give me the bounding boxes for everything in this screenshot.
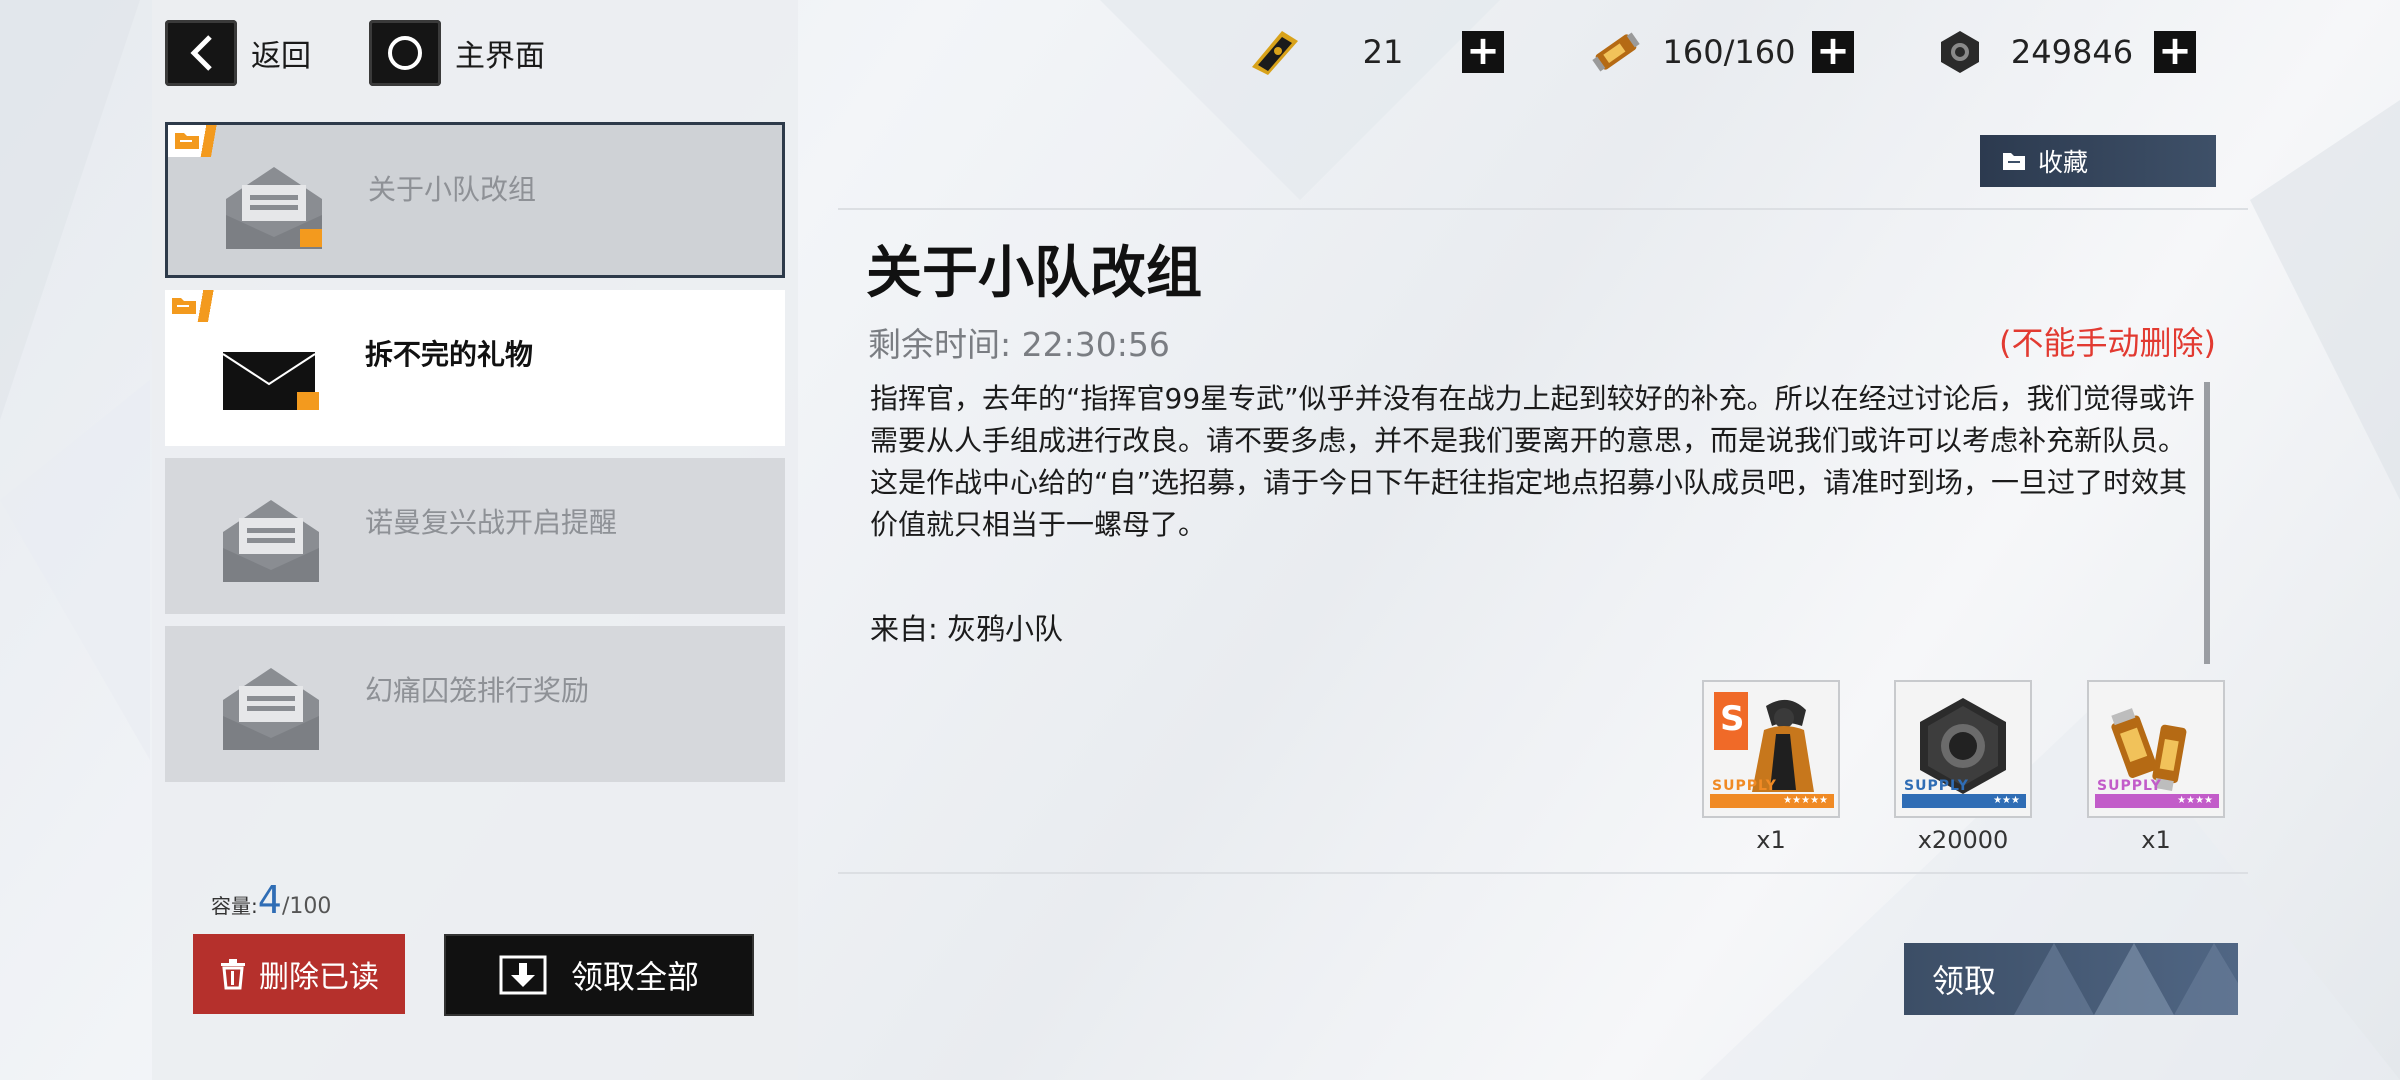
remaining-value: 22:30:56 <box>1021 325 1170 364</box>
no-delete-notice: (不能手动删除) <box>1999 324 2216 362</box>
reward-item: SUPPLY ★★★ x20000 <box>1894 680 2032 854</box>
sender-name: 灰鸦小队 <box>947 612 1064 646</box>
divider <box>838 872 2248 874</box>
reward-supply: SUPPLY <box>1904 778 1969 794</box>
folder-icon <box>175 133 199 149</box>
mail-tag <box>165 290 233 322</box>
back-label: 返回 <box>251 39 311 74</box>
rarity-bar: ★★★ <box>1902 794 2026 808</box>
mail-title: 幻痛囚笼排行奖励 <box>365 674 590 707</box>
claim-button[interactable]: 领取 <box>1904 943 2238 1015</box>
reward-slot[interactable]: SUPPLY ★★★ <box>1894 680 2032 818</box>
divider <box>838 208 2248 210</box>
folder-icon <box>2002 151 2026 171</box>
mail-capacity: 容量:4/100 <box>211 878 331 922</box>
mail-title: 拆不完的礼物 <box>365 338 534 371</box>
trash-icon <box>219 958 247 990</box>
reward-slot[interactable]: SUPPLY ★★★★ <box>2087 680 2225 818</box>
mail-item[interactable]: 幻痛囚笼排行奖励 <box>165 626 785 782</box>
ticket-icon <box>1244 24 1304 80</box>
favorite-button[interactable]: 收藏 <box>1980 135 2216 187</box>
add-ticket-button[interactable]: + <box>1462 31 1504 73</box>
claim-label: 领取 <box>1932 962 1997 1000</box>
claim-all-label: 领取全部 <box>570 958 699 996</box>
mail-item[interactable]: 关于小队改组 <box>165 122 785 278</box>
envelope-open-icon <box>223 668 319 750</box>
battery-icon <box>1586 24 1646 80</box>
resource-value: 21 <box>1362 33 1404 71</box>
capacity-label: 容量: <box>211 894 258 918</box>
mail-list: 关于小队改组 拆不完的礼物 诺曼复兴战开启提醒 幻痛囚笼排行奖励 <box>165 122 785 794</box>
add-battery-button[interactable]: + <box>1812 31 1854 73</box>
resource-value: 249846 <box>2010 33 2134 71</box>
circle-icon <box>369 20 441 86</box>
capacity-max: /100 <box>281 894 332 919</box>
remaining-time: 剩余时间: 22:30:56 <box>868 318 1170 366</box>
mail-detail-title: 关于小队改组 <box>866 241 1202 306</box>
reward-item: SUPPLY ★★★★ x1 <box>2087 680 2225 854</box>
sender-label: 来自: <box>870 612 938 646</box>
back-button[interactable]: 返回 <box>165 20 311 86</box>
envelope-open-icon <box>223 500 319 582</box>
reward-supply: SUPPLY <box>2097 778 2162 794</box>
reward-item: S SUPPLY ★★★★★ x1 <box>1702 680 1840 854</box>
capacity-current: 4 <box>257 878 282 922</box>
favorite-label: 收藏 <box>2038 148 2089 177</box>
resource-ticket: 21 + <box>1244 24 1504 80</box>
mail-title: 诺曼复兴战开启提醒 <box>365 506 618 539</box>
mail-item[interactable]: 拆不完的礼物 <box>165 290 785 446</box>
mail-title: 关于小队改组 <box>368 173 537 206</box>
chevron-left-icon <box>165 20 237 86</box>
mail-tag <box>168 125 236 157</box>
body-scrollbar[interactable] <box>2204 382 2210 664</box>
folder-icon <box>172 298 196 314</box>
mail-item[interactable]: 诺曼复兴战开启提醒 <box>165 458 785 614</box>
delete-read-button[interactable]: 删除已读 <box>193 934 405 1014</box>
resource-value: 160/160 <box>1662 33 1796 71</box>
envelope-open-icon <box>226 167 322 249</box>
reward-supply: SUPPLY <box>1712 778 1777 794</box>
resource-battery: 160/160 + <box>1586 24 1854 80</box>
svg-text:S: S <box>1720 699 1745 739</box>
delete-read-label: 删除已读 <box>259 960 379 995</box>
home-label: 主界面 <box>455 39 545 74</box>
mail-body: 指挥官，去年的“指挥官99星专武”似乎并没有在战力上起到较好的补充。所以在经过讨… <box>870 382 2195 541</box>
reward-slot[interactable]: S SUPPLY ★★★★★ <box>1702 680 1840 818</box>
add-nut-button[interactable]: + <box>2154 31 2196 73</box>
top-navigation: 返回 主界面 <box>165 20 603 86</box>
remaining-label: 剩余时间: <box>868 325 1012 364</box>
resource-nut: 249846 + <box>1930 24 2196 80</box>
reward-quantity: x1 <box>1756 826 1786 854</box>
rarity-bar: ★★★★★ <box>1710 794 1834 808</box>
claim-all-button[interactable]: 领取全部 <box>444 934 754 1016</box>
nut-icon <box>1930 24 1990 80</box>
reward-quantity: x1 <box>2141 826 2171 854</box>
reward-quantity: x20000 <box>1917 826 2009 854</box>
rarity-bar: ★★★★ <box>2095 794 2219 808</box>
home-button[interactable]: 主界面 <box>369 20 545 86</box>
download-icon <box>499 955 547 995</box>
envelope-closed-icon <box>222 352 319 410</box>
mail-sender: 来自: 灰鸦小队 <box>870 606 1063 648</box>
